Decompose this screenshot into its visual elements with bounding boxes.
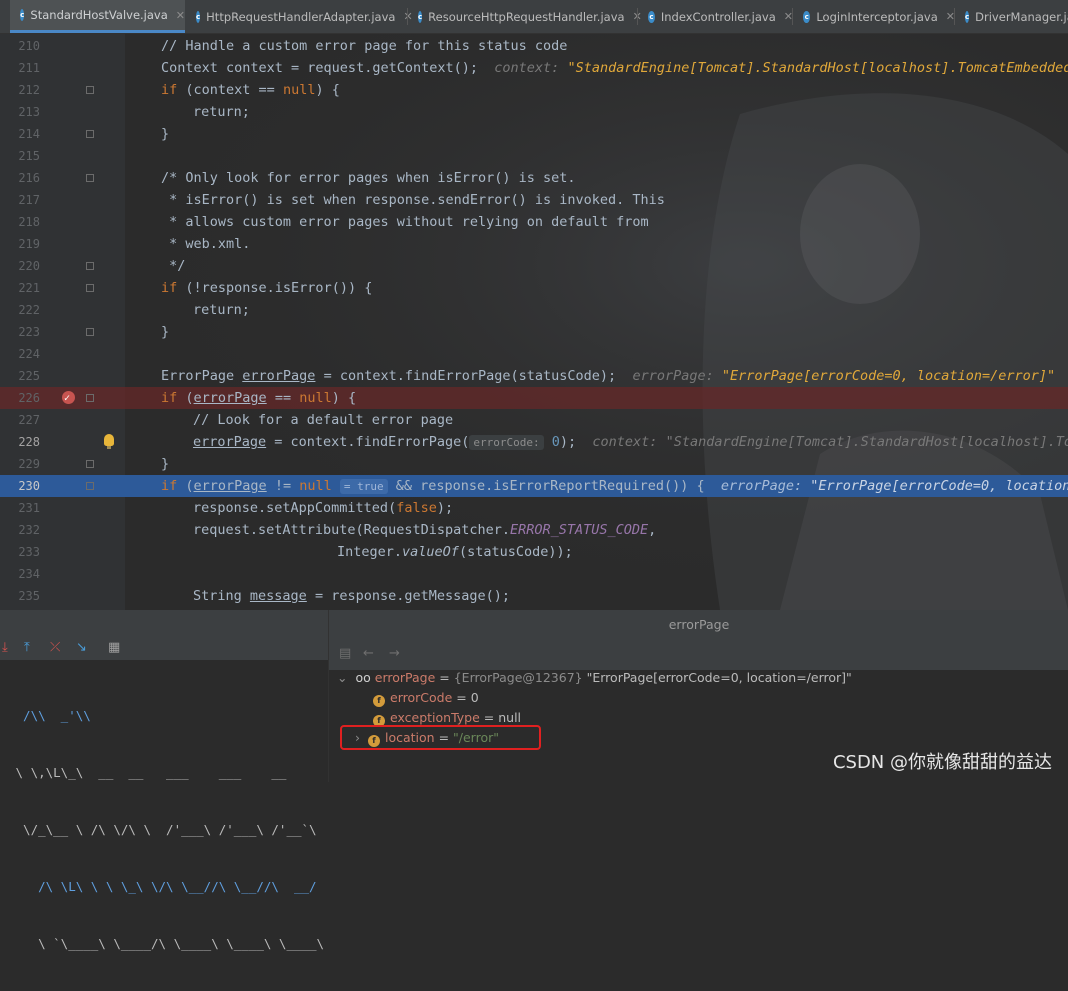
code-line-235[interactable]: 235 String message = response.getMessage(… [0,585,1068,607]
inline-debug-hint: context: "StandardEngine[Tomcat].Standar… [592,434,1068,450]
code-line-225[interactable]: 225 ErrorPage errorPage = context.findErr… [0,365,1068,387]
code-line-219[interactable]: 219 * web.xml. [0,233,1068,255]
step-into-icon[interactable]: ⤓ [2,640,8,655]
drop-frame-icon[interactable]: ⤫ [50,640,60,655]
code-editor[interactable]: 210// Handle a custom error page for thi… [0,34,1068,610]
evaluate-table-icon[interactable]: ▦ [108,640,120,655]
fold-marker-icon[interactable] [86,262,94,270]
code-line-221[interactable]: 221 if (!response.isError()) { [0,277,1068,299]
code-line-213[interactable]: 213 return; [0,101,1068,123]
code-line-226-breakpoint[interactable]: 226if (errorPage == null) { [0,387,1068,410]
expand-chevron-icon[interactable]: ⌄ [337,670,347,685]
code-line-218[interactable]: 218 * allows custom error pages without … [0,211,1068,233]
tab-label: ResourceHttpRequestHandler.java [428,9,625,24]
inline-value-badge: = true [339,479,388,494]
editor-tab-bar: StandardHostValve.java ✕ HttpRequestHand… [0,0,1068,34]
tab-label: StandardHostValve.java [30,8,168,22]
code-line-210[interactable]: 210// Handle a custom error page for thi… [0,35,1068,57]
code-line-216[interactable]: 216/* Only look for error pages when isE… [0,167,1068,189]
class-icon [196,10,201,23]
class-icon [648,10,655,23]
code-line-214[interactable]: 214} [0,123,1068,145]
fold-marker-icon[interactable] [86,394,94,402]
variables-panel-title: errorPage [329,610,1068,640]
fold-marker-icon[interactable] [86,460,94,468]
tab-label: DriverManager.ja [975,9,1068,24]
tab-label: LoginInterceptor.java [816,9,938,24]
layout-icon[interactable]: ▤ [339,646,351,661]
parameter-hint: errorCode: [469,435,544,450]
code-line-233[interactable]: 233 Integer.valueOf(statusCode)); [0,541,1068,563]
inline-debug-hint: errorPage: "ErrorPage[errorCode=0, locat… [632,368,1056,384]
code-line-231[interactable]: 231 response.setAppCommitted(false); [0,497,1068,519]
tab-drivermanager[interactable]: DriverManager.ja [955,0,1068,33]
code-line-222[interactable]: 222 return; [0,299,1068,321]
watch-glasses-icon: oo [355,670,371,685]
tab-standardhostvalve[interactable]: StandardHostValve.java ✕ [10,0,185,33]
code-line-234[interactable]: 234 [0,563,1068,585]
class-icon [20,9,25,21]
annotation-highlight-box [340,725,541,750]
code-line-211[interactable]: 211 Context context = request.getContext(… [0,57,1068,79]
fold-marker-icon[interactable] [86,482,94,490]
inline-debug-hint: context: "StandardEngine[Tomcat].Standar… [494,60,1068,76]
field-icon: f [373,695,385,707]
variable-row-errorpage[interactable]: ⌄ oo errorPage = {ErrorPage@12367} "Erro… [337,668,852,688]
code-line-227[interactable]: 227// Look for a default error page [0,409,1068,431]
variable-row-errorcode[interactable]: f errorCode = 0 [373,688,479,708]
tab-logininterceptor[interactable]: LoginInterceptor.java ✕ [793,0,955,33]
code-line-232[interactable]: 232 request.setAttribute(RequestDispatche… [0,519,1068,541]
inline-debug-hint: errorPage: "ErrorPage[errorCode=0, locat… [720,478,1068,494]
close-icon[interactable]: ✕ [176,9,185,22]
step-out-icon[interactable]: ⤒ [24,640,30,655]
fold-marker-icon[interactable] [86,328,94,336]
forward-arrow-icon[interactable]: → [389,646,400,661]
fold-marker-icon[interactable] [86,284,94,292]
back-arrow-icon[interactable]: ← [363,646,374,661]
code-line-228[interactable]: 228 errorPage = context.findErrorPage(err… [0,431,1068,453]
code-line-220[interactable]: 220 */ [0,255,1068,277]
variables-toolbar: ▤ ← → [329,640,1068,670]
run-to-cursor-icon[interactable]: ↘ [76,640,87,655]
fold-marker-icon[interactable] [86,174,94,182]
tab-resourcehttprequesthandler[interactable]: ResourceHttpRequestHandler.java ✕ [408,0,642,33]
code-line-217[interactable]: 217 * isError() is set when response.sen… [0,189,1068,211]
code-line-224[interactable]: 224 [0,343,1068,365]
code-line-230-execution-point[interactable]: 230 if (errorPage != null = true && respo… [0,475,1068,497]
tab-indexcontroller[interactable]: IndexController.java ✕ [638,0,793,33]
class-icon [418,10,423,23]
watermark: CSDN @你就像甜甜的益达 [832,752,1052,773]
code-line-212[interactable]: 212 if (context == null) { [0,79,1068,101]
console-toolbar: ⤓ ⤒ ⤫ ↘ ▦ [0,610,328,660]
class-icon [803,10,811,23]
console-panel[interactable]: ⤓ ⤒ ⤫ ↘ ▦ /\\ _'\\ \ \,\L\_\ __ __ ___ _… [0,610,328,951]
lightbulb-icon[interactable] [104,434,114,449]
breakpoint-icon[interactable] [62,388,75,410]
spring-boot-banner: /\\ _'\\ \ \,\L\_\ __ __ ___ ___ __ \/_\… [8,708,325,951]
code-line-215[interactable]: 215 [0,145,1068,167]
tab-httprequesthandleradapter[interactable]: HttpRequestHandlerAdapter.java ✕ [186,0,413,33]
tab-label: IndexController.java [660,9,776,24]
code-line-223[interactable]: 223} [0,321,1068,343]
fold-marker-icon[interactable] [86,130,94,138]
class-icon [965,10,970,23]
fold-marker-icon[interactable] [86,86,94,94]
tab-label: HttpRequestHandlerAdapter.java [206,9,396,24]
code-line-229[interactable]: 229} [0,453,1068,475]
